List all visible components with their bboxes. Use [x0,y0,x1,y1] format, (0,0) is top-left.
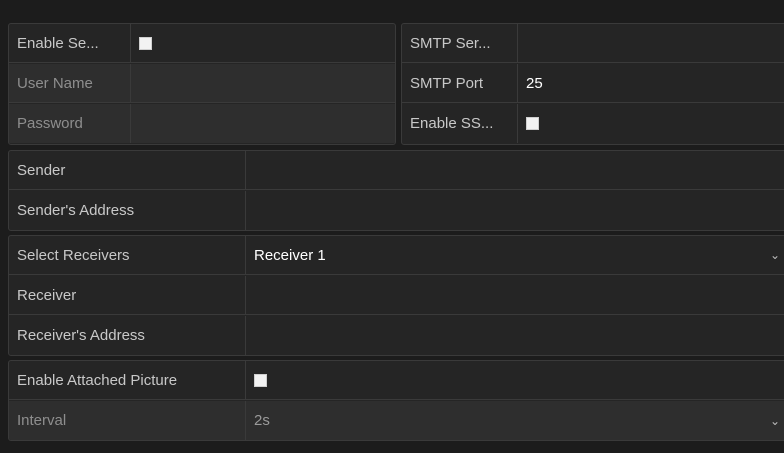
interval-row: Interval 2s ⌄ [9,401,784,440]
smtp-panel: SMTP Ser... SMTP Port 25 Enable SS... [401,23,784,145]
enable-attached-picture-value [246,361,784,399]
enable-ssl-label: Enable SS... [402,104,518,143]
enable-attached-picture-checkbox[interactable] [254,373,267,387]
sender-row: Sender [9,151,784,190]
enable-ssl-value [518,104,784,143]
interval-value: 2s [254,412,270,429]
smtp-port-label: SMTP Port [402,64,518,102]
enable-attached-picture-row: Enable Attached Picture [9,361,784,400]
sender-label: Sender [9,151,246,189]
select-receivers-dropdown[interactable]: Receiver 1 ⌄ [246,236,784,274]
enable-ssl-row: Enable SS... [402,104,784,143]
enable-server-auth-value [131,24,395,62]
interval-dropdown[interactable]: 2s ⌄ [246,401,784,440]
receiver-field[interactable] [246,276,784,314]
sender-address-label: Sender's Address [9,191,246,230]
sender-address-row: Sender's Address [9,191,784,230]
user-name-row: User Name [9,64,395,103]
password-row: Password [9,104,395,143]
receiver-address-field[interactable] [246,316,784,355]
password-field[interactable] [131,104,395,143]
smtp-port-field[interactable]: 25 [518,64,784,102]
receiver-label: Receiver [9,276,246,314]
user-name-label: User Name [9,64,131,102]
chevron-down-icon: ⌄ [769,413,780,428]
enable-server-auth-label: Enable Se... [9,24,131,62]
select-receivers-label: Select Receivers [9,236,246,274]
sender-field[interactable] [246,151,784,189]
chevron-down-icon: ⌄ [769,248,780,262]
smtp-port-row: SMTP Port 25 [402,64,784,103]
server-auth-panel: Enable Se... User Name Password [8,23,396,145]
receiver-row: Receiver [9,276,784,315]
enable-server-auth-checkbox[interactable] [139,36,152,50]
receiver-address-label: Receiver's Address [9,316,246,355]
smtp-server-row: SMTP Ser... [402,24,784,63]
receiver-address-row: Receiver's Address [9,316,784,355]
smtp-server-field[interactable] [518,24,784,62]
interval-label: Interval [9,401,246,440]
enable-attached-picture-label: Enable Attached Picture [9,361,246,399]
sender-panel: Sender Sender's Address [8,150,784,231]
select-receivers-row: Select Receivers Receiver 1 ⌄ [9,236,784,275]
attachment-panel: Enable Attached Picture Interval 2s ⌄ [8,360,784,441]
select-receivers-value: Receiver 1 [254,246,326,264]
smtp-server-label: SMTP Ser... [402,24,518,62]
receiver-panel: Select Receivers Receiver 1 ⌄ Receiver R… [8,235,784,356]
user-name-field[interactable] [131,64,395,102]
enable-ssl-checkbox[interactable] [526,117,539,130]
sender-address-field[interactable] [246,191,784,230]
enable-server-auth-row: Enable Se... [9,24,395,63]
password-label: Password [9,104,131,143]
